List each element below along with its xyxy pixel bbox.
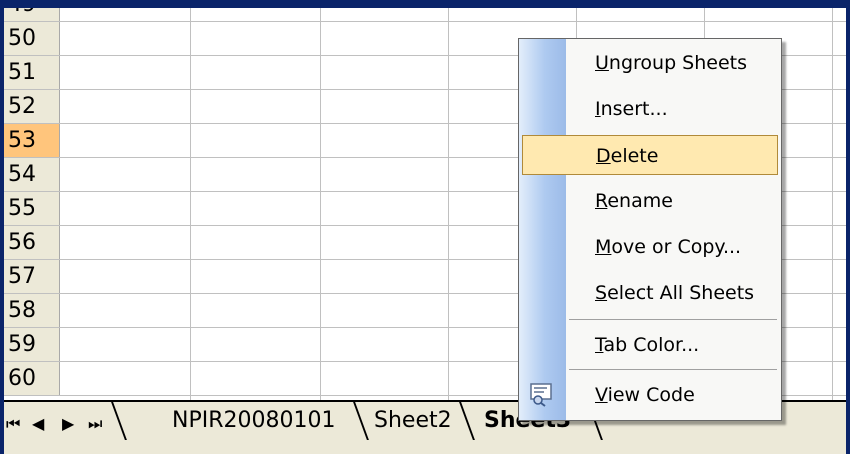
- last-sheet-button[interactable]: ⏭: [88, 414, 102, 434]
- row-header[interactable]: 58: [4, 294, 60, 327]
- table-row: 49: [4, 8, 846, 22]
- row-header[interactable]: 57: [4, 260, 60, 293]
- menu-item-accelerator: V: [595, 384, 608, 406]
- view-code-icon: [530, 383, 552, 407]
- sheet-tab-context-menu: Ungroup Sheets Insert... Delete Rename M…: [518, 38, 782, 421]
- menu-item-accelerator: R: [595, 190, 608, 212]
- tab-divider: [111, 402, 127, 440]
- menu-item-label: elete: [610, 145, 659, 167]
- menu-item-select-all-sheets[interactable]: Select All Sheets: [519, 273, 781, 313]
- prev-sheet-button[interactable]: ◀: [32, 414, 44, 434]
- menu-item-ungroup-sheets[interactable]: Ungroup Sheets: [519, 43, 781, 83]
- row-header[interactable]: 52: [4, 90, 60, 123]
- menu-item-tab-color[interactable]: Tab Color...: [519, 325, 781, 365]
- row-header[interactable]: 51: [4, 56, 60, 89]
- row-header[interactable]: 59: [4, 328, 60, 361]
- menu-separator: [569, 319, 777, 320]
- menu-item-insert[interactable]: Insert...: [519, 89, 781, 129]
- row-header[interactable]: 49: [4, 8, 60, 21]
- menu-item-label: ngroup Sheets: [608, 52, 748, 74]
- next-sheet-button[interactable]: ▶: [62, 414, 74, 434]
- row-header[interactable]: 54: [4, 158, 60, 191]
- first-sheet-button[interactable]: ⏮: [6, 414, 20, 434]
- row-header[interactable]: 50: [4, 22, 60, 55]
- menu-item-label: elect All Sheets: [607, 282, 755, 304]
- menu-item-label: ab Color...: [603, 334, 700, 356]
- menu-item-accelerator: M: [595, 236, 612, 258]
- menu-item-accelerator: U: [595, 52, 609, 74]
- menu-item-label: ename: [607, 190, 673, 212]
- tab-divider: [459, 402, 475, 440]
- menu-item-label: iew Code: [607, 384, 695, 406]
- tab-divider: [353, 402, 369, 440]
- menu-item-accelerator: D: [596, 145, 611, 167]
- row-header[interactable]: 55: [4, 192, 60, 225]
- menu-separator: [569, 369, 777, 370]
- menu-item-label: nsert...: [600, 98, 668, 120]
- menu-item-accelerator: S: [595, 282, 608, 304]
- menu-item-view-code[interactable]: View Code: [519, 375, 781, 415]
- sheet-tab-npir20080101[interactable]: NPIR20080101: [172, 404, 335, 438]
- menu-item-label: ove or Copy...: [611, 236, 742, 258]
- menu-item-move-or-copy[interactable]: Move or Copy...: [519, 227, 781, 267]
- sheet-tab-sheet2[interactable]: Sheet2: [374, 404, 452, 438]
- menu-item-rename[interactable]: Rename: [519, 181, 781, 221]
- row-header[interactable]: 56: [4, 226, 60, 259]
- row-header[interactable]: 60: [4, 362, 60, 395]
- row-header-selected[interactable]: 53: [4, 124, 60, 157]
- menu-item-delete[interactable]: Delete: [522, 135, 778, 175]
